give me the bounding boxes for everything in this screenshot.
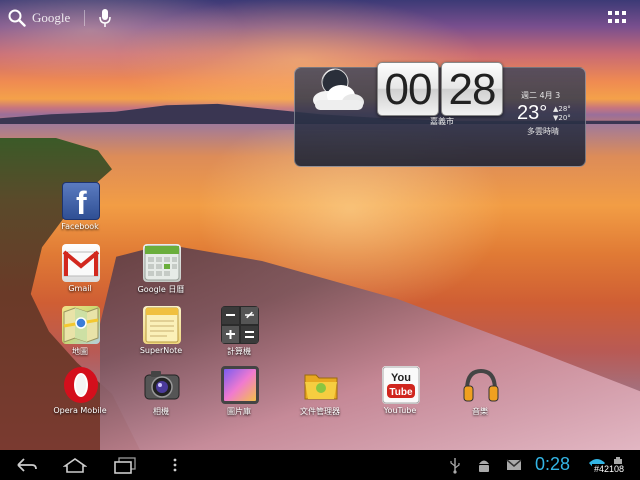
search-divider — [84, 10, 85, 26]
youtube-logo-tube: Tube — [389, 387, 413, 398]
notepad-icon — [143, 306, 181, 344]
app-label: 文件管理器 — [300, 407, 340, 416]
screenshot-id-tag: #42108 — [592, 464, 627, 474]
home-icon[interactable] — [63, 456, 87, 474]
usb-icon — [450, 458, 460, 474]
app-maps[interactable]: 地圖 — [45, 306, 115, 370]
map-icon — [62, 306, 100, 344]
date-label: 週二 4月 3 — [521, 91, 561, 100]
app-label: 計算機 — [227, 347, 251, 356]
app-opera-mobile[interactable]: Opera Mobile — [45, 366, 115, 430]
headphones-icon — [463, 368, 499, 402]
gallery-icon — [221, 366, 259, 404]
youtube-icon: You Tube — [382, 366, 420, 404]
folder-icon — [304, 374, 338, 400]
app-label: Google 日曆 — [137, 285, 185, 294]
app-label: Facebook — [61, 222, 99, 231]
app-gmail[interactable]: Gmail — [45, 244, 115, 308]
app-music[interactable]: 音樂 — [445, 366, 515, 430]
app-label: 地圖 — [72, 347, 88, 356]
app-supernote[interactable]: SuperNote — [126, 306, 196, 370]
temperature-low: ▼20° — [553, 114, 571, 122]
app-label: 音樂 — [472, 407, 488, 416]
all-apps-icon[interactable] — [608, 11, 626, 25]
weather-condition: 多雲時晴 — [527, 127, 559, 136]
app-camera[interactable]: 相機 — [126, 366, 196, 430]
app-youtube[interactable]: You Tube YouTube — [365, 366, 435, 430]
recent-apps-icon[interactable] — [113, 456, 137, 474]
city-label: 嘉義市 — [430, 117, 454, 126]
app-label: SuperNote — [139, 346, 183, 355]
facebook-icon: f — [62, 182, 100, 221]
app-label: YouTube — [383, 406, 417, 415]
clock-minutes: 28 — [441, 62, 503, 116]
partly-cloudy-icon — [313, 68, 364, 110]
opera-icon — [64, 367, 98, 403]
temperature-high: ▲28° — [553, 105, 571, 113]
app-file-manager[interactable]: 文件管理器 — [285, 366, 355, 430]
app-label: Gmail — [68, 284, 92, 293]
youtube-logo-you: You — [391, 372, 411, 384]
top-bar: Google — [0, 0, 640, 36]
temperature-high-low: ▲28° ▼20° — [553, 105, 571, 123]
clock-weather-widget[interactable]: 00 28 嘉義市 週二 4月 3 23° ▲28° ▼20° 多雲時晴 — [294, 62, 586, 167]
clock-hours: 00 — [377, 62, 439, 116]
back-icon[interactable] — [14, 456, 38, 474]
app-facebook[interactable]: f Facebook — [45, 182, 115, 246]
app-calculator[interactable]: 計算機 — [204, 306, 274, 370]
android-debug-icon — [479, 460, 489, 472]
current-temperature: 23° — [517, 102, 548, 124]
app-label: Opera Mobile — [53, 406, 107, 415]
system-bar: 0:28 — [0, 450, 640, 480]
gmail-notification-icon — [506, 459, 522, 470]
app-label: 相機 — [153, 407, 169, 416]
calculator-icon — [221, 306, 259, 344]
gmail-icon — [62, 244, 100, 282]
google-search-label[interactable]: Google — [32, 10, 70, 26]
menu-overflow-icon[interactable] — [171, 456, 179, 474]
status-time[interactable]: 0:28 — [535, 454, 570, 475]
microphone-icon[interactable] — [98, 8, 112, 28]
search-icon[interactable] — [8, 9, 26, 27]
calendar-icon — [143, 244, 181, 282]
app-google-calendar[interactable]: Google 日曆 — [126, 244, 196, 308]
app-gallery[interactable]: 圖片庫 — [204, 366, 274, 430]
app-label: 圖片庫 — [227, 407, 251, 416]
camera-icon — [144, 371, 180, 400]
